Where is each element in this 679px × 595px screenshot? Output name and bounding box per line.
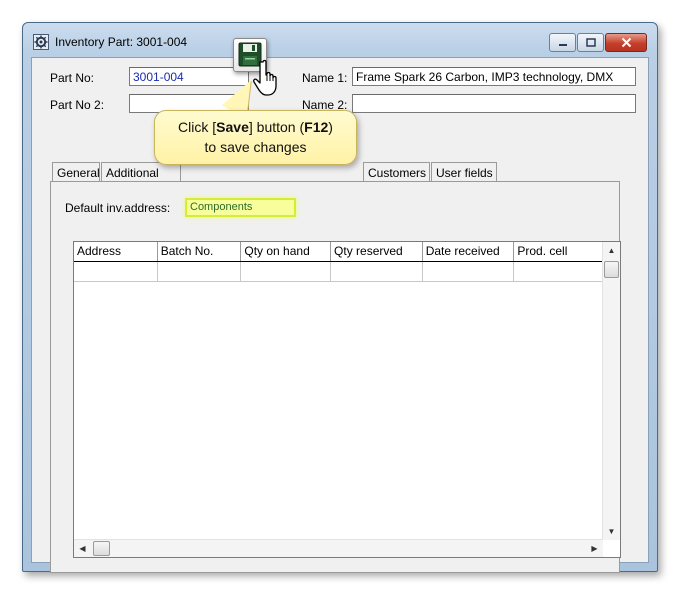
callout-shortcut: F12 xyxy=(304,119,329,135)
column-header[interactable]: Date received xyxy=(422,242,515,261)
table-cell[interactable] xyxy=(241,262,332,281)
horizontal-scroll-thumb[interactable] xyxy=(93,541,110,556)
title-bar[interactable]: Inventory Part: 3001-004 xyxy=(23,23,657,57)
vertical-scroll-thumb[interactable] xyxy=(604,261,619,278)
part-no-field[interactable]: 3001-004 xyxy=(129,67,249,86)
scroll-up-icon[interactable]: ▲ xyxy=(603,242,620,259)
callout-text: ] button ( xyxy=(248,119,305,135)
minimize-icon xyxy=(558,43,567,46)
close-button[interactable] xyxy=(605,33,647,52)
tab-customers[interactable]: Customers xyxy=(363,162,430,182)
vertical-scrollbar[interactable]: ▲ ▼ xyxy=(602,242,620,540)
name1-field[interactable]: Frame Spark 26 Carbon, IMP3 technology, … xyxy=(352,67,636,86)
inventory-part-window: Inventory Part: 3001-004 Part No: 3001-0… xyxy=(22,22,658,573)
tab-user-fields[interactable]: User fields xyxy=(431,162,497,182)
inventory-grid[interactable]: Address Batch No. Qty on hand Qty reserv… xyxy=(73,241,621,558)
table-cell[interactable] xyxy=(74,262,158,281)
column-header[interactable]: Qty reserved xyxy=(331,242,423,261)
name1-label: Name 1: xyxy=(302,71,348,85)
callout-line-2: to save changes xyxy=(204,139,307,155)
callout-text: Click [ xyxy=(178,119,217,135)
tab-panel: Default inv.address: Components Address … xyxy=(50,181,621,573)
part-no-label: Part No: xyxy=(50,71,95,85)
table-cell[interactable] xyxy=(158,262,242,281)
table-cell[interactable] xyxy=(514,262,603,281)
column-header[interactable]: Prod. cell xyxy=(514,242,603,261)
table-row[interactable] xyxy=(74,262,603,282)
column-header[interactable]: Batch No. xyxy=(157,242,242,261)
default-address-field[interactable]: Components xyxy=(185,198,296,217)
tab-general[interactable]: General xyxy=(52,162,100,182)
horizontal-scrollbar[interactable]: ◀ ▶ xyxy=(74,539,603,557)
window-title: Inventory Part: 3001-004 xyxy=(55,35,188,49)
close-icon xyxy=(621,37,631,48)
hand-pointer-icon xyxy=(253,59,277,96)
callout-save-word: Save xyxy=(216,119,249,135)
tab-additional[interactable]: Additional xyxy=(101,162,181,182)
grid-header: Address Batch No. Qty on hand Qty reserv… xyxy=(74,242,603,262)
column-header[interactable]: Qty on hand xyxy=(241,242,332,261)
scroll-right-icon[interactable]: ▶ xyxy=(586,540,603,557)
default-address-label: Default inv.address: xyxy=(65,201,171,215)
column-header[interactable]: Address xyxy=(74,242,158,261)
scroll-left-icon[interactable]: ◀ xyxy=(74,540,91,557)
maximize-button[interactable] xyxy=(577,33,604,52)
table-cell[interactable] xyxy=(331,262,423,281)
callout-text: ) xyxy=(328,119,333,135)
minimize-button[interactable] xyxy=(549,33,576,52)
table-cell[interactable] xyxy=(423,262,515,281)
gear-app-icon xyxy=(33,34,49,50)
part-no2-label: Part No 2: xyxy=(50,98,105,112)
scroll-down-icon[interactable]: ▼ xyxy=(603,523,620,540)
name2-field[interactable] xyxy=(352,94,636,113)
save-hint-callout: Click [Save] button (F12) to save change… xyxy=(154,110,357,165)
maximize-icon xyxy=(585,37,596,47)
